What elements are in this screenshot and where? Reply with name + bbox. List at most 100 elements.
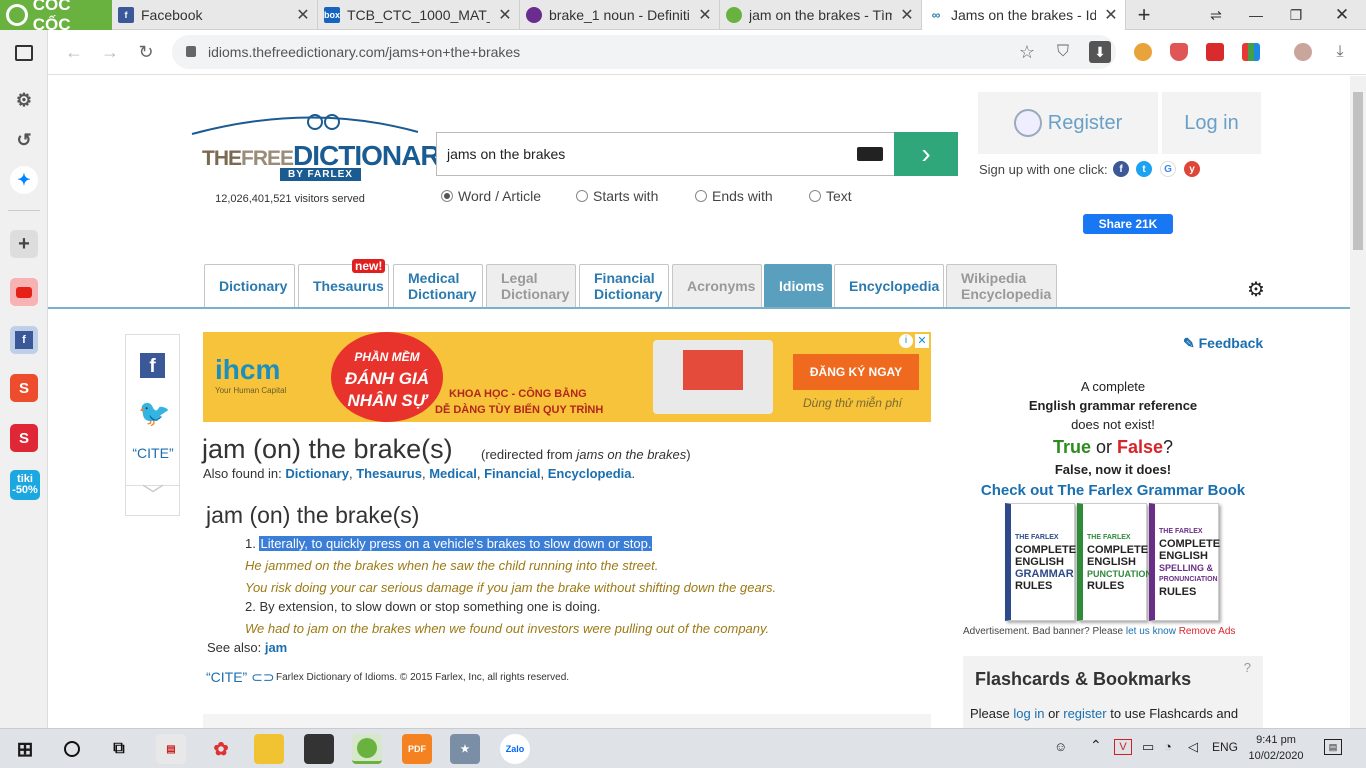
login-button[interactable]: Log in — [1162, 92, 1261, 154]
radio-ends-with[interactable]: Ends with — [695, 188, 773, 204]
sidebar-toggle-icon[interactable] — [15, 45, 33, 61]
radio-starts-with[interactable]: Starts with — [576, 188, 658, 204]
tab-legal-dictionary[interactable]: Legal Dictionary — [486, 264, 576, 307]
coccoc-taskbar-icon[interactable] — [352, 734, 382, 764]
download-video-icon[interactable]: ⬇ — [1089, 41, 1111, 63]
battery-icon[interactable]: ▭ — [1142, 739, 1154, 755]
bookmark-star-icon[interactable]: ☆ — [1013, 38, 1041, 66]
add-shortcut-icon[interactable]: + — [10, 230, 38, 258]
twitter-login-icon[interactable]: t — [1136, 161, 1152, 177]
flash-login-link[interactable]: log in — [1013, 706, 1044, 721]
flash-register-link[interactable]: register — [1063, 706, 1106, 721]
youtube-icon[interactable] — [10, 278, 38, 306]
new-tab-button[interactable]: + — [1124, 0, 1164, 30]
facebook-shortcut-icon[interactable]: f — [10, 326, 38, 354]
wifi-icon[interactable]: ◔ — [1164, 739, 1172, 754]
help-icon[interactable]: ? — [1244, 660, 1251, 675]
facebook-login-icon[interactable]: f — [1113, 161, 1129, 177]
downloads-icon[interactable]: ⤓ — [1326, 38, 1354, 66]
people-icon[interactable]: ☺ — [1054, 739, 1067, 754]
window-close-button[interactable]: ✕ — [1322, 0, 1362, 30]
grammar-book-link[interactable]: Check out The Farlex Grammar Book — [963, 482, 1263, 499]
search-button[interactable]: › — [894, 132, 958, 176]
close-icon[interactable]: ✕ — [295, 5, 311, 25]
tab-search[interactable]: jam on the brakes - Tìm ✕ — [720, 0, 922, 30]
extension-red-icon[interactable] — [1206, 43, 1224, 61]
link-encyclopedia[interactable]: Encyclopedia — [548, 466, 632, 481]
shield-icon[interactable]: ⛉ — [1049, 38, 1077, 66]
windows-start-icon[interactable]: ⊞ — [10, 734, 40, 764]
google-login-icon[interactable]: G — [1160, 161, 1176, 177]
close-icon[interactable]: ✕ — [497, 5, 513, 25]
tab-idioms[interactable]: Idioms — [764, 264, 832, 307]
twitter-share-icon[interactable]: 🐦 — [138, 400, 170, 426]
unikey-icon[interactable]: V — [1114, 739, 1132, 755]
register-button[interactable]: Register — [978, 92, 1158, 154]
tab-medical-dictionary[interactable]: Medical Dictionary — [393, 264, 483, 307]
tab-encyclopedia[interactable]: Encyclopedia — [834, 264, 944, 307]
let-us-know-link[interactable]: let us know — [1126, 626, 1176, 637]
reload-button[interactable]: ↻ — [132, 38, 160, 66]
coccoc-menu-button[interactable]: CỐC CỐC — [0, 0, 112, 34]
facebook-share-icon[interactable]: f — [140, 353, 165, 378]
volume-icon[interactable]: ◁ — [1188, 739, 1198, 755]
radio-word-article[interactable]: Word / Article — [441, 188, 541, 204]
extension-grid-icon[interactable] — [1242, 43, 1260, 61]
app-pinned-4-icon[interactable] — [304, 734, 334, 764]
close-icon[interactable]: ✕ — [1103, 5, 1119, 25]
search-input[interactable]: jams on the brakes — [436, 132, 896, 176]
tab-brake-definition[interactable]: brake_1 noun - Definitio ✕ — [520, 0, 720, 30]
facebook-share-button[interactable]: Share 21K — [1083, 214, 1173, 234]
page-scrollbar[interactable] — [1350, 76, 1366, 728]
link-jam[interactable]: jam — [265, 640, 287, 655]
language-indicator[interactable]: ENG — [1212, 740, 1238, 754]
clock[interactable]: 9:41 pm 10/02/2020 — [1244, 732, 1308, 764]
task-view-icon[interactable]: ⧉ — [104, 734, 134, 764]
foxit-pdf-icon[interactable]: PDF — [402, 734, 432, 764]
ad-cta-button[interactable]: ĐĂNG KÝ NGAY — [793, 354, 919, 390]
link-thesaurus[interactable]: Thesaurus — [356, 466, 422, 481]
notification-icon[interactable]: ▤ — [1324, 739, 1342, 755]
tab-dictionary[interactable]: Dictionary — [204, 264, 295, 307]
tab-wikipedia-encyclopedia[interactable]: Wikipedia Encyclopedia — [946, 264, 1057, 307]
forward-button[interactable]: → — [96, 38, 124, 66]
history-icon[interactable]: ↺ — [10, 126, 38, 154]
yahoo-login-icon[interactable]: y — [1184, 161, 1200, 177]
tab-idioms-active[interactable]: ∞ Jams on the brakes - Idi ✕ — [922, 0, 1126, 30]
remove-ads-link[interactable]: Remove Ads — [1179, 626, 1236, 637]
messenger-icon[interactable]: ✦ — [10, 166, 38, 194]
shopee-icon[interactable]: S — [10, 374, 38, 402]
settings-gear-icon[interactable]: ⚙ — [1247, 277, 1265, 302]
chevron-down-icon[interactable]: ﹀ — [136, 485, 170, 507]
minimize-button[interactable]: — — [1236, 0, 1276, 30]
address-bar[interactable]: idioms.thefreedictionary.com/jams+on+the… — [172, 35, 1116, 69]
radio-text[interactable]: Text — [809, 188, 852, 204]
tab-acronyms[interactable]: Acronyms — [672, 264, 762, 307]
ad-banner[interactable]: ihcm Your Human Capital PHẦN MỀM ĐÁNH GI… — [203, 332, 931, 422]
close-icon[interactable]: ✕ — [697, 5, 713, 25]
maximize-button[interactable]: ❐ — [1276, 0, 1316, 30]
link-dictionary[interactable]: Dictionary — [285, 466, 349, 481]
tab-tcb[interactable]: box TCB_CTC_1000_MAT_004 ✕ — [318, 0, 520, 30]
cite-button[interactable]: “CITE” — [129, 445, 177, 461]
adchoices-icon[interactable]: i — [899, 334, 913, 348]
ad-close-icon[interactable]: ✕ — [915, 334, 929, 348]
tab-facebook[interactable]: f Facebook ✕ — [112, 0, 318, 30]
close-icon[interactable]: ✕ — [899, 5, 915, 25]
tab-financial-dictionary[interactable]: Financial Dictionary — [579, 264, 669, 307]
tab-search-icon[interactable]: ⇌ — [1196, 0, 1236, 30]
sendo-icon[interactable]: S — [10, 424, 38, 452]
tfd-logo[interactable]: THEFREEDICTIONARY BY FARLEX — [190, 108, 457, 188]
book-grammar[interactable]: THE FARLEX COMPLETE ENGLISH GRAMMAR RULES — [1005, 503, 1076, 621]
keyboard-icon[interactable] — [857, 147, 883, 161]
extension-orange-icon[interactable] — [1134, 43, 1152, 61]
tray-chevron-up-icon[interactable]: ⌃ — [1090, 737, 1102, 754]
settings-gear-icon[interactable]: ⚙ — [10, 86, 38, 114]
entry-cite-button[interactable]: “CITE” ⊂⊃ — [206, 669, 275, 686]
back-button[interactable]: ← — [60, 38, 88, 66]
extension-shield-icon[interactable] — [1170, 43, 1188, 61]
app-pinned-7-icon[interactable]: ★ — [450, 734, 480, 764]
cortana-search-icon[interactable] — [57, 734, 87, 764]
app-pinned-2-icon[interactable]: ✿ — [206, 734, 236, 764]
link-medical[interactable]: Medical — [429, 466, 477, 481]
